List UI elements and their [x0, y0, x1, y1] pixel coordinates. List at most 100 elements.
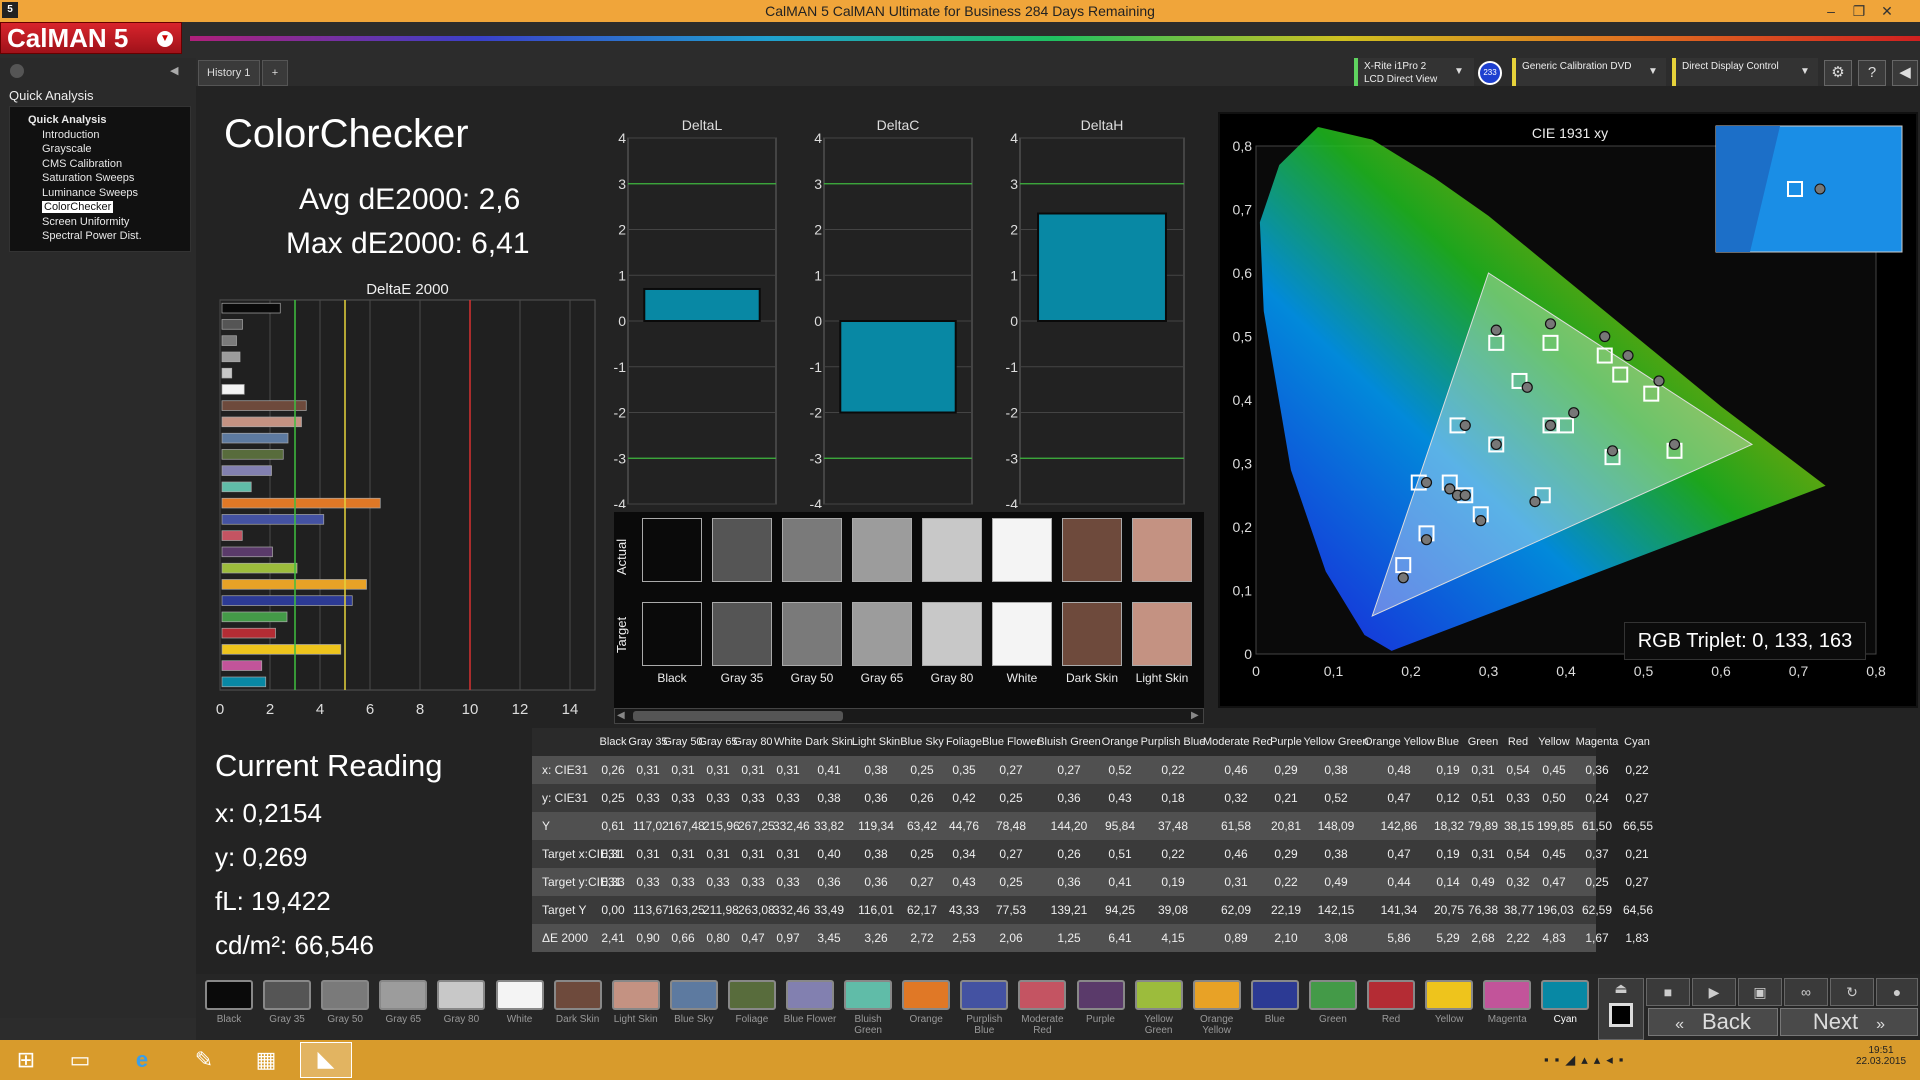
scroll-left-icon[interactable]: ◀ — [617, 710, 625, 721]
settings-app-icon[interactable]: ✎ — [182, 1044, 226, 1076]
swatch-button-blue[interactable]: Blue — [1248, 978, 1302, 1040]
table-cell: 117,02 — [633, 819, 669, 833]
swatch-button-light-skin[interactable]: Light Skin — [609, 978, 663, 1040]
restore-icon[interactable]: ❐ — [1846, 0, 1872, 22]
table-cell: 141,34 — [1380, 903, 1418, 917]
sidebar-item-saturation-sweeps[interactable]: Saturation Sweeps — [42, 172, 134, 184]
play-icon[interactable]: ▶ — [1692, 978, 1736, 1006]
row-label: Target Y — [542, 903, 587, 917]
sidebar-item-introduction[interactable]: Introduction — [42, 129, 99, 141]
sidebar-item-grayscale[interactable]: Grayscale — [42, 143, 92, 155]
back-button[interactable]: « Back — [1648, 1008, 1778, 1036]
app-icon[interactable]: 5 — [2, 2, 18, 18]
table-cell: 0,25 — [1585, 875, 1609, 889]
actual-swatch — [712, 518, 772, 582]
refresh-icon[interactable]: ↻ — [1830, 978, 1874, 1006]
swatch-button-dark-skin[interactable]: Dark Skin — [551, 978, 605, 1040]
table-cell: 0,43 — [1108, 791, 1132, 805]
target-swatch — [712, 602, 772, 666]
swatch-button-gray-50[interactable]: Gray 50 — [318, 978, 372, 1040]
table-cell: 1,25 — [1057, 931, 1081, 945]
sidebar-item-screen-uniformity[interactable]: Screen Uniformity — [42, 216, 129, 228]
stop-record-button[interactable]: ⏏ — [1598, 978, 1644, 1040]
reading-x: x: 0,2154 — [215, 798, 322, 828]
swatch-button-gray-65[interactable]: Gray 65 — [376, 978, 430, 1040]
save-icon[interactable]: ▣ — [1738, 978, 1782, 1006]
table-cell: 62,09 — [1220, 903, 1252, 917]
swatch-button-green[interactable]: Green — [1306, 978, 1360, 1040]
panel-pin-icon[interactable] — [10, 64, 24, 78]
table-cell: 0,33 — [1506, 791, 1530, 805]
calman-taskbar-icon[interactable]: ◣ — [300, 1042, 352, 1078]
record-icon[interactable]: ● — [1876, 978, 1918, 1006]
stop-icon[interactable]: ■ — [1646, 978, 1690, 1006]
avg-de-stat: Avg dE2000: 2,6 — [299, 183, 521, 216]
sidebar-group-quick-analysis[interactable]: Quick Analysis — [28, 114, 106, 126]
swatch-color — [321, 980, 370, 1010]
swatch-button-magenta[interactable]: Magenta — [1480, 978, 1534, 1040]
next-button[interactable]: Next » — [1780, 1008, 1918, 1036]
tab-history-1[interactable]: History 1 — [198, 60, 260, 86]
display-selector[interactable]: Direct Display Control ▼ — [1672, 58, 1818, 88]
table-cell: 0,41 — [817, 763, 841, 777]
swatch-button-moderate-red[interactable]: Moderate Red — [1015, 978, 1069, 1040]
sidebar-item-cms-calibration[interactable]: CMS Calibration — [42, 158, 122, 170]
gear-icon[interactable]: ⚙ — [1824, 60, 1852, 86]
swatch-button-orange-yellow[interactable]: Orange Yellow — [1190, 978, 1244, 1040]
minimize-icon[interactable]: – — [1818, 0, 1844, 22]
collapse-left-icon[interactable]: ◀ — [170, 64, 188, 80]
swatch-color — [1250, 980, 1299, 1010]
add-tab-button[interactable]: + — [262, 60, 288, 86]
tray-icons[interactable]: ▪▪◢▴▴◂▪ — [1544, 1052, 1629, 1068]
chart-title: DeltaC — [877, 117, 920, 133]
swatch-button-yellow[interactable]: Yellow — [1422, 978, 1476, 1040]
swatch-button-black[interactable]: Black — [202, 978, 256, 1040]
close-icon[interactable]: ✕ — [1874, 0, 1900, 22]
scroll-right-icon[interactable]: ▶ — [1191, 710, 1199, 721]
sidebar-item-spectral-power[interactable]: Spectral Power Dist. — [42, 230, 142, 242]
meter-name: X-Rite i1Pro 2 — [1364, 61, 1427, 72]
windows-start-icon[interactable]: ⊞ — [4, 1044, 48, 1076]
swatch-button-bluish-green[interactable]: Bluish Green — [841, 978, 895, 1040]
swatch-button-purple[interactable]: Purple — [1074, 978, 1128, 1040]
y-tick-label: 2 — [1010, 222, 1018, 238]
sidebar-item-luminance-sweeps[interactable]: Luminance Sweeps — [42, 187, 138, 199]
table-cell: 0,47 — [1387, 847, 1411, 861]
swatch-button-yellow-green[interactable]: Yellow Green — [1132, 978, 1186, 1040]
swatch-button-blue-sky[interactable]: Blue Sky — [667, 978, 721, 1040]
table-cell: 33,49 — [813, 903, 845, 917]
meter-badge[interactable]: 233 — [1478, 61, 1502, 85]
swatch-button-blue-flower[interactable]: Blue Flower — [783, 978, 837, 1040]
target-swatch — [782, 602, 842, 666]
swatch-button-white[interactable]: White — [493, 978, 547, 1040]
meter-selector[interactable]: X-Rite i1Pro 2 LCD Direct View ▼ — [1354, 58, 1474, 88]
actual-swatch — [782, 518, 842, 582]
table-cell: 5,29 — [1436, 931, 1460, 945]
actual-swatch — [852, 518, 912, 582]
calman-logo-button[interactable]: CalMAN 5 ▼ — [0, 22, 182, 54]
table-cell: 0,36 — [1057, 875, 1081, 889]
clock[interactable]: 19:51 22.03.2015 — [1846, 1045, 1916, 1067]
swatch-color — [1367, 980, 1415, 1010]
swatch-button-cyan[interactable]: Cyan — [1538, 978, 1592, 1040]
swatch-color — [1541, 980, 1590, 1010]
scroll-thumb[interactable] — [633, 711, 843, 721]
swatch-color — [1308, 980, 1357, 1010]
swatch-button-foliage[interactable]: Foliage — [725, 978, 779, 1040]
swatch-button-orange[interactable]: Orange — [899, 978, 953, 1040]
collapse-right-icon[interactable]: ◀ — [1892, 60, 1918, 86]
internet-explorer-icon[interactable]: e — [120, 1044, 164, 1076]
calculator-app-icon[interactable]: ▦ — [244, 1044, 288, 1076]
swatch-button-purplish-blue[interactable]: Purplish Blue — [957, 978, 1011, 1040]
swatch-button-red[interactable]: Red — [1364, 978, 1418, 1040]
swatch-button-gray-35[interactable]: Gray 35 — [260, 978, 314, 1040]
sidebar-item-colorchecker[interactable]: ColorChecker — [42, 201, 114, 213]
source-selector[interactable]: Generic Calibration DVD ▼ — [1512, 58, 1666, 88]
swatch-scrollbar[interactable]: ◀ ▶ — [614, 708, 1204, 724]
column-header: Orange — [1101, 736, 1139, 748]
swatch-button-gray-80[interactable]: Gray 80 — [434, 978, 488, 1040]
help-icon[interactable]: ? — [1858, 60, 1886, 86]
loop-icon[interactable]: ∞ — [1784, 978, 1828, 1006]
column-header: Yellow — [1538, 736, 1570, 748]
file-explorer-icon[interactable]: ▭ — [58, 1044, 102, 1076]
